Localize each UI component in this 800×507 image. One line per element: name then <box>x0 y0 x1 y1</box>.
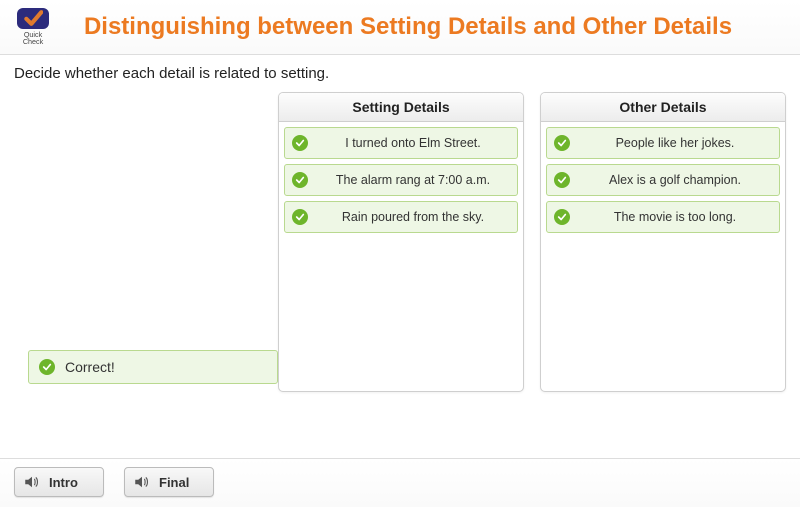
bin-other-details[interactable]: Other Details People like her jokes. Ale… <box>540 92 786 392</box>
list-item[interactable]: The movie is too long. <box>546 201 780 233</box>
check-icon <box>292 135 308 151</box>
item-text: Alex is a golf champion. <box>609 173 741 187</box>
bin-body: I turned onto Elm Street. The alarm rang… <box>279 122 523 238</box>
page-title: Distinguishing between Setting Details a… <box>70 13 786 41</box>
item-text: People like her jokes. <box>616 136 735 150</box>
instruction-text: Decide whether each detail is related to… <box>14 65 786 82</box>
bin-header: Other Details <box>541 93 785 122</box>
final-audio-button[interactable]: Final <box>124 467 214 497</box>
header: Quick Check Distinguishing between Setti… <box>0 0 800 55</box>
app-logo-text: Quick Check <box>23 31 43 46</box>
bin-body: People like her jokes. Alex is a golf ch… <box>541 122 785 238</box>
main-area: Setting Details I turned onto Elm Street… <box>14 92 786 450</box>
list-item[interactable]: Alex is a golf champion. <box>546 164 780 196</box>
feedback-text: Correct! <box>65 359 115 375</box>
check-icon <box>292 172 308 188</box>
speaker-icon <box>23 473 41 491</box>
bins-container: Setting Details I turned onto Elm Street… <box>14 92 786 392</box>
list-item[interactable]: I turned onto Elm Street. <box>284 127 518 159</box>
footer: Intro Final <box>0 458 800 507</box>
check-icon <box>292 209 308 225</box>
item-text: The alarm rang at 7:00 a.m. <box>336 173 490 187</box>
item-text: I turned onto Elm Street. <box>345 136 481 150</box>
button-label: Final <box>159 475 189 490</box>
main-body: Decide whether each detail is related to… <box>0 55 800 458</box>
list-item[interactable]: Rain poured from the sky. <box>284 201 518 233</box>
quickcheck-badge-icon <box>17 8 49 29</box>
check-icon <box>39 359 55 375</box>
speaker-icon <box>133 473 151 491</box>
check-icon <box>554 172 570 188</box>
bin-setting-details[interactable]: Setting Details I turned onto Elm Street… <box>278 92 524 392</box>
check-icon <box>554 135 570 151</box>
feedback-banner: Correct! <box>28 350 278 384</box>
list-item[interactable]: People like her jokes. <box>546 127 780 159</box>
bin-header: Setting Details <box>279 93 523 122</box>
item-text: Rain poured from the sky. <box>342 210 484 224</box>
item-text: The movie is too long. <box>614 210 736 224</box>
button-label: Intro <box>49 475 78 490</box>
app-logo: Quick Check <box>14 8 52 46</box>
feedback-area: Correct! <box>28 350 278 384</box>
intro-audio-button[interactable]: Intro <box>14 467 104 497</box>
check-icon <box>554 209 570 225</box>
list-item[interactable]: The alarm rang at 7:00 a.m. <box>284 164 518 196</box>
page-root: Quick Check Distinguishing between Setti… <box>0 0 800 507</box>
